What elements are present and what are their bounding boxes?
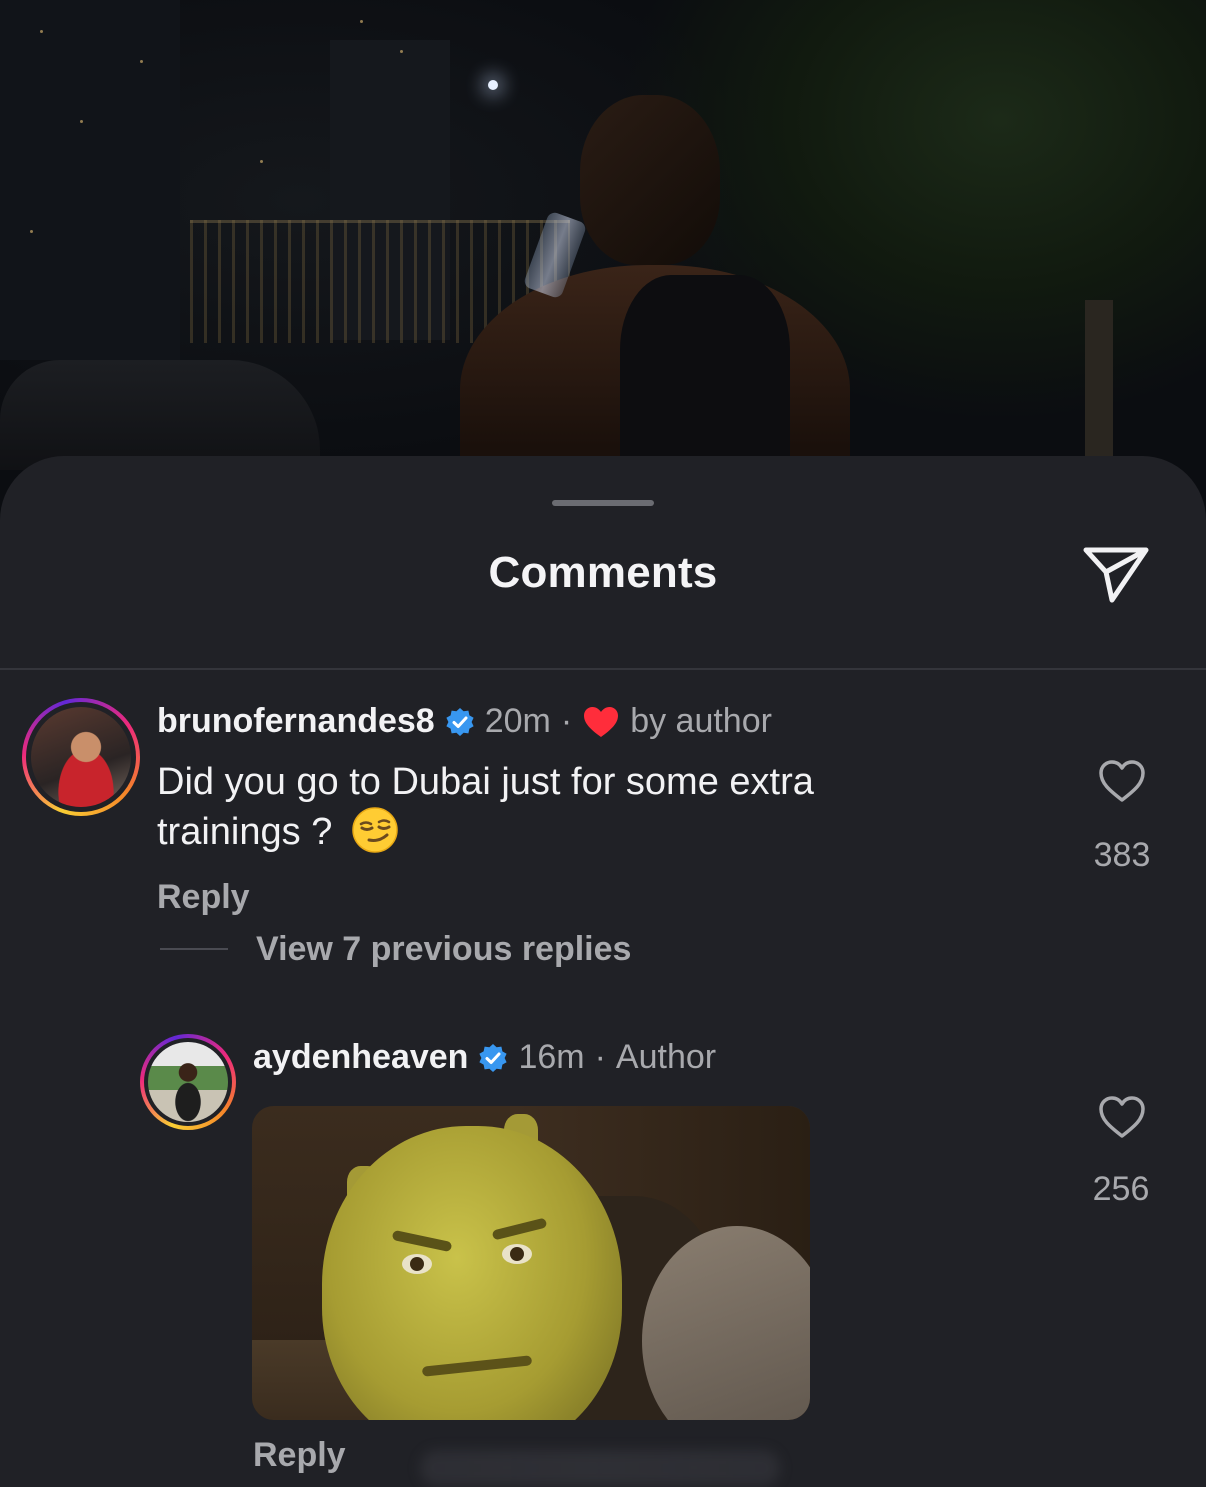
gif-attachment[interactable]	[252, 1106, 810, 1420]
meta-separator: ·	[594, 1038, 606, 1076]
city-light	[400, 50, 403, 53]
comments-sheet: Comments brunofernandes8 20m · by author…	[0, 456, 1206, 1487]
city-light	[80, 120, 83, 123]
heart-outline-icon	[1099, 1096, 1145, 1138]
comment-time: 16m	[518, 1038, 585, 1076]
comment-username[interactable]: aydenheaven	[253, 1038, 468, 1077]
comment-time: 20m	[484, 702, 551, 740]
blurred-content	[420, 1450, 780, 1486]
send-icon	[1083, 547, 1149, 603]
smirking-face-emoji-icon	[352, 807, 398, 853]
city-light	[30, 230, 33, 233]
view-replies-button[interactable]: View 7 previous replies	[256, 930, 631, 969]
heart-outline-icon	[1099, 760, 1145, 802]
comment-meta: brunofernandes8 20m · by author	[157, 702, 772, 741]
avatar[interactable]	[140, 1034, 236, 1130]
reply-button[interactable]: Reply	[253, 1436, 346, 1475]
like-button[interactable]	[1097, 758, 1147, 804]
avatar-image	[31, 707, 131, 807]
like-button[interactable]	[1097, 1094, 1147, 1140]
comment-meta: aydenheaven 16m · Author	[253, 1038, 716, 1077]
comment-text: Did you go to Dubai just for some extra …	[157, 761, 814, 853]
liked-by-author-label: by author	[630, 702, 772, 740]
verified-badge-icon	[479, 1043, 508, 1072]
post-photo	[0, 0, 1206, 520]
author-label: Author	[615, 1038, 717, 1076]
city-light	[360, 20, 363, 23]
city-light	[40, 30, 43, 33]
like-count: 256	[1092, 1170, 1150, 1208]
avatar[interactable]	[22, 698, 140, 816]
comment-username[interactable]: brunofernandes8	[157, 702, 435, 741]
like-count: 383	[1093, 836, 1151, 874]
meta-separator: ·	[560, 702, 573, 740]
gif-face	[322, 1126, 622, 1420]
city-light	[140, 60, 143, 63]
replies-connector-line	[160, 948, 228, 950]
avatar-image	[148, 1042, 228, 1122]
person-head	[580, 95, 720, 265]
reply-button[interactable]: Reply	[157, 878, 250, 917]
heart-filled-icon	[584, 706, 619, 737]
comment-text-block: Did you go to Dubai just for some extra …	[157, 758, 957, 856]
verified-badge-icon	[446, 707, 474, 736]
drag-handle[interactable]	[552, 500, 654, 506]
city-light	[260, 160, 263, 163]
header-divider	[0, 668, 1206, 670]
street-lamp	[488, 80, 498, 90]
parked-car	[0, 360, 320, 470]
send-button[interactable]	[1080, 542, 1154, 606]
person-silhouette	[450, 95, 850, 520]
building-shape	[0, 0, 180, 360]
sheet-title: Comments	[488, 548, 718, 597]
